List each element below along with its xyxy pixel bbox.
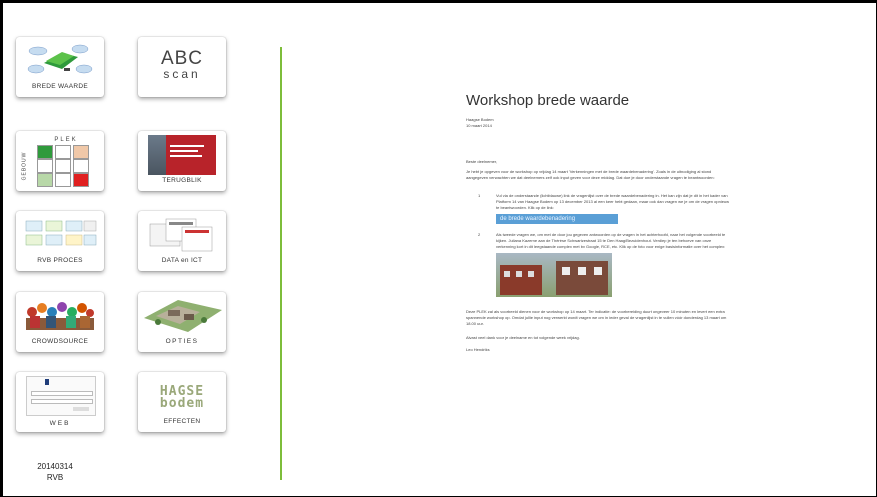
web-caption: WEB <box>49 420 71 427</box>
brede-waarde-caption: BREDE WAARDE <box>31 83 89 90</box>
presentation-cover <box>166 135 216 175</box>
plek-gebouw-tile[interactable]: PLEK GEBOUW <box>16 131 104 191</box>
grid-cell <box>37 159 53 173</box>
item-1-text: Vul via de onderstaande (lichtblauwe) li… <box>496 193 730 210</box>
terugblik-caption: TERUGBLIK <box>162 177 202 184</box>
opties-caption: OPTIES <box>165 338 199 345</box>
document-item-2: 2 Als tweede vragen we, om met de door j… <box>466 232 731 297</box>
building-photo <box>148 135 166 175</box>
rvb-proces-caption: RVB PROCES <box>37 257 83 264</box>
footer-date: 20140314 <box>37 462 73 471</box>
crowd-photo <box>26 302 94 330</box>
slide-frame <box>0 0 877 497</box>
web-screenshot <box>26 376 96 416</box>
grid-cell <box>73 159 89 173</box>
logo-line-2: bodem <box>159 396 205 411</box>
document-title: Workshop brede waarde <box>466 92 630 109</box>
grid-cell <box>73 173 89 187</box>
grid-cell <box>55 173 71 187</box>
rvb-proces-tile[interactable]: RVB PROCES <box>16 211 104 271</box>
document-outro: Deze PLEK zal als voorbeeld dienen voor … <box>466 309 727 326</box>
grid-cell <box>73 145 89 159</box>
footer-org: RVB <box>46 473 64 482</box>
terugblik-tile[interactable]: TERUGBLIK <box>138 131 226 191</box>
document-greeting: Beste deelnemer, <box>466 159 498 164</box>
document-thanks: Alvast veel dank voor je deelname en tot… <box>466 335 580 340</box>
web-tile[interactable]: WEB <box>16 372 104 432</box>
document-intro: Je hebt je opgeven voor de workshop op v… <box>466 169 715 180</box>
data-ict-tile[interactable]: DATA en ICT <box>138 211 226 271</box>
crowdsource-caption: CROWDSOURCE <box>31 338 89 345</box>
questionnaire-link[interactable]: de brede waardebenadering <box>496 214 618 224</box>
document-preview: Workshop brede waarde Haagse Bodem 10 ma… <box>466 92 731 353</box>
grid-cell <box>37 145 53 159</box>
grid-cell <box>37 173 53 187</box>
screenshots-stack <box>149 218 213 252</box>
gebouw-label: GEBOUW <box>21 151 28 181</box>
grid-cell <box>55 145 71 159</box>
effecten-caption: EFFECTEN <box>163 418 201 425</box>
data-ict-caption: DATA en ICT <box>161 257 203 264</box>
document-item-1: 1 Vul via de onderstaande (lichtblauwe) … <box>466 193 731 224</box>
opties-tile[interactable]: OPTIES <box>138 292 226 352</box>
haagse-bodem-logo: HAGSE bodem <box>138 385 226 411</box>
aerial-view <box>144 300 222 332</box>
document-subtitle-2: 10 maart 2014 <box>466 123 492 128</box>
document-signature: Leo Hendriks <box>466 347 490 352</box>
effecten-tile[interactable]: HAGSE bodem EFFECTEN <box>138 372 226 432</box>
grid-cell <box>55 159 71 173</box>
plek-label: PLEK <box>54 137 78 143</box>
footer-label: 20140314 RVB <box>20 461 90 483</box>
green-divider <box>280 47 282 480</box>
brede-waarde-diagram <box>27 44 93 74</box>
scan-label: scan <box>163 67 201 81</box>
brede-waarde-tile[interactable]: BREDE WAARDE <box>16 37 104 97</box>
item-2-text: Als tweede vragen we, om met de door jou… <box>496 232 726 249</box>
item-1-number: 1 <box>478 193 481 198</box>
building-photo-link[interactable] <box>496 253 612 297</box>
item-2-number: 2 <box>478 232 481 237</box>
abc-label: ABC <box>160 48 204 69</box>
process-diagram <box>25 220 97 246</box>
crowdsource-tile[interactable]: CROWDSOURCE <box>16 292 104 352</box>
abc-scan-tile[interactable]: ABC scan <box>138 37 226 97</box>
